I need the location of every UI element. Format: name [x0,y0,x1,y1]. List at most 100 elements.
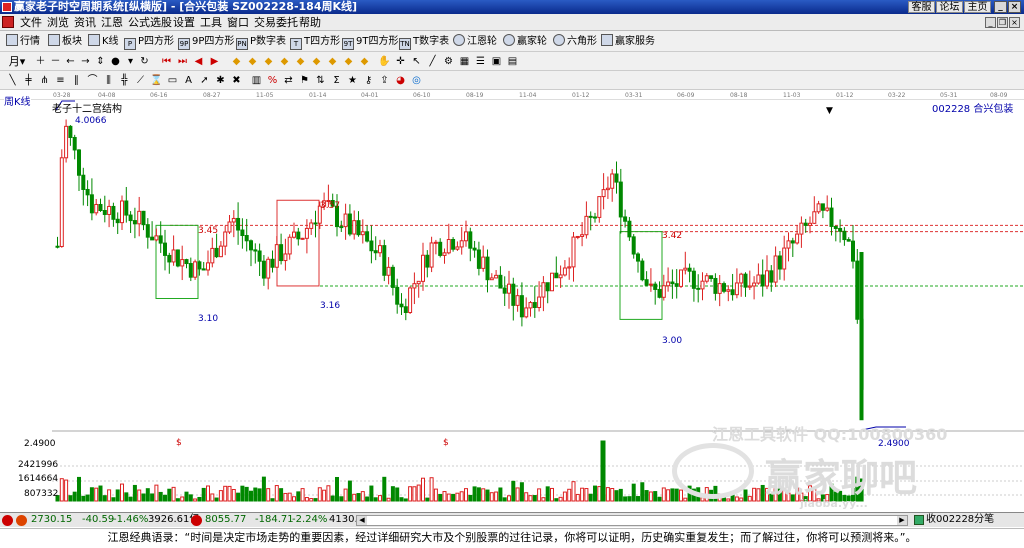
toolbar-kline[interactable]: K线 [88,34,119,49]
bar-chart-icon[interactable]: ▥ [250,74,263,87]
diamond-icon-8[interactable]: ◆ [342,55,355,68]
diamond-icon-1[interactable]: ◆ [230,55,243,68]
hand-icon[interactable]: ✋ [378,55,391,68]
toolbar-service[interactable]: 赢家服务 [601,34,655,49]
layout-icon[interactable]: ▦ [458,55,471,68]
link-forum[interactable]: 论坛 [936,1,963,13]
diamond-icon-3[interactable]: ◆ [262,55,275,68]
minimize-button[interactable]: _ [994,1,1007,13]
menu-help[interactable]: 帮助 [299,16,321,29]
globe-icon[interactable]: ◎ [410,74,423,87]
kline-chart[interactable]: 周K线 002228 合兴包装 老子十二宫结构 ▼ 03-28 04-08 06… [0,91,1024,511]
prev-icon[interactable]: ◀ [192,55,205,68]
toolbar-t-square[interactable]: T T四方形 [290,34,340,50]
dropdown-icon[interactable]: ▾ [124,55,137,68]
diamond-icon-5[interactable]: ◆ [294,55,307,68]
toolbar-hexagon[interactable]: 六角形 [553,34,597,49]
menu-settings[interactable]: 设置 [173,16,195,29]
candle-body [98,203,103,212]
square-tool-icon[interactable]: ▭ [166,74,179,87]
link-service[interactable]: 客服 [908,1,935,13]
ray-tool-icon[interactable]: ⟋ [134,74,147,87]
fib-tool-icon[interactable]: ≡ [54,74,67,87]
menu-file[interactable]: 文件 [20,16,42,29]
flag-icon[interactable]: ⚑ [298,74,311,87]
diamond-icon-9[interactable]: ◆ [358,55,371,68]
lock-icon[interactable]: ⚷ [362,74,375,87]
toolbar-9p-square[interactable]: 9P 9P四方形 [178,34,234,50]
scroll-right-icon[interactable]: ▶ [897,516,907,525]
menu-gann[interactable]: 江恩 [101,16,123,29]
toolbar-t-table[interactable]: TN T数字表 [399,34,449,50]
right-arrow-icon[interactable]: → [79,55,92,68]
diamond-icon-2[interactable]: ◆ [246,55,259,68]
gann-tool-icon[interactable]: ✱ [214,74,227,87]
period-select[interactable]: 月▾ [6,55,28,68]
crosshair-icon[interactable]: ✛ [394,55,407,68]
menu-formula[interactable]: 公式选股 [128,16,172,29]
diamond-icon-4[interactable]: ◆ [278,55,291,68]
child-restore-button[interactable]: ❐ [997,17,1008,28]
window-icon[interactable]: ▣ [490,55,503,68]
arrow-tool-icon[interactable]: ➚ [198,74,211,87]
fan-tool-icon[interactable]: ⋔ [38,74,51,87]
star-icon[interactable]: ★ [346,74,359,87]
toolbar-sectors[interactable]: 板块 [48,34,82,49]
horizontal-scrollbar[interactable]: ◀ ▶ [356,515,908,526]
menu-tools[interactable]: 工具 [200,16,222,29]
channel-tool-icon[interactable]: ∥ [70,74,83,87]
grid-tool-icon[interactable]: ╬ [118,74,131,87]
child-close-button[interactable]: × [1009,17,1020,28]
record-icon[interactable]: ● [109,55,122,68]
volume-bar [640,482,645,502]
list-icon[interactable]: ☰ [474,55,487,68]
diamond-icon-7[interactable]: ◆ [326,55,339,68]
menu-browse[interactable]: 浏览 [47,16,69,29]
draw-line-icon[interactable]: ╱ [426,55,439,68]
first-icon[interactable]: ⏮ [160,55,173,68]
child-minimize-button[interactable]: _ [985,17,996,28]
arc-tool-icon[interactable]: ⌒ [86,74,99,87]
time-tool-icon[interactable]: ⌛ [150,74,163,87]
settings-icon[interactable]: ⚙ [442,55,455,68]
zoom-out-icon[interactable]: － [49,55,62,68]
candle-body [859,252,864,421]
toolbar-9t-square[interactable]: 9T 9T四方形 [342,34,398,50]
volume-bar [292,496,296,502]
export-icon[interactable]: ⇪ [378,74,391,87]
tile-icon[interactable]: ▤ [506,55,519,68]
up-down-icon[interactable]: ⇕ [94,55,107,68]
zoom-in-icon[interactable]: ＋ [34,55,47,68]
close-button[interactable]: × [1008,1,1021,13]
menu-window[interactable]: 窗口 [227,16,249,29]
calc-icon[interactable]: Σ [330,74,343,87]
toolbar-gann-wheel[interactable]: 江恩轮 [453,34,497,49]
toolbar-quotes[interactable]: 行情 [6,34,40,49]
dropdown-marker-icon[interactable]: ▼ [826,106,833,116]
cursor-icon[interactable]: ↖ [410,55,423,68]
diamond-icon-6[interactable]: ◆ [310,55,323,68]
compare-icon[interactable]: ⇄ [282,74,295,87]
sort-icon[interactable]: ⇅ [314,74,327,87]
delete-tool-icon[interactable]: ✖ [230,74,243,87]
pie-icon[interactable]: ◕ [394,74,407,87]
menu-trade[interactable]: 交易委托 [254,16,298,29]
candle-body [760,274,765,287]
line-tool-icon[interactable]: ╲ [6,74,19,87]
volume-bar [679,489,683,502]
link-home[interactable]: 主页 [964,1,991,13]
next-icon[interactable]: ⏭ [176,55,189,68]
text-tool-icon[interactable]: A [182,74,195,87]
cycle-tool-icon[interactable]: ⫼ [102,74,115,87]
play-icon[interactable]: ▶ [208,55,221,68]
left-arrow-icon[interactable]: ← [64,55,77,68]
toolbar-p-square[interactable]: P P四方形 [124,34,174,50]
refresh-icon[interactable]: ↻ [138,55,151,68]
percent-icon[interactable]: % [266,74,279,87]
toolbar-p-table[interactable]: PN P数字表 [236,34,286,50]
toolbar-win-wheel[interactable]: 赢家轮 [503,34,547,49]
candle-body [459,240,464,248]
scroll-left-icon[interactable]: ◀ [357,516,367,525]
hline-tool-icon[interactable]: ╪ [22,74,35,87]
menu-info[interactable]: 资讯 [74,16,96,29]
